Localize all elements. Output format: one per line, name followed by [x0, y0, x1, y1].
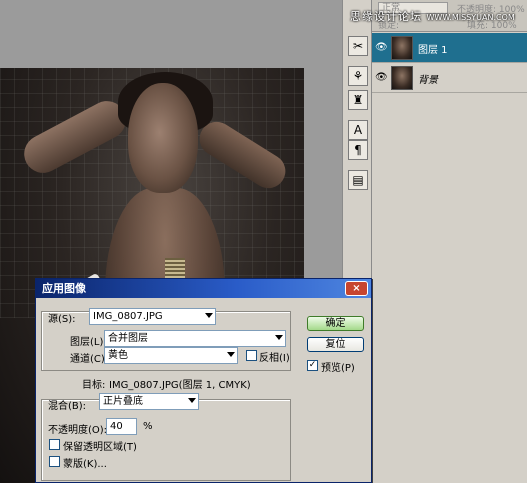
tools-icon[interactable]: ✂	[348, 36, 368, 56]
invert-checkbox[interactable]	[246, 350, 257, 361]
blending-select[interactable]: 正片叠底	[99, 393, 199, 410]
paragraph-icon[interactable]: ¶	[348, 140, 368, 160]
target-value: IMG_0807.JPG(图层 1, CMYK)	[109, 380, 251, 391]
layer-value: 合并图层	[108, 333, 148, 344]
layer-name: 图层 1	[418, 45, 448, 56]
layer-thumbnail	[391, 66, 413, 90]
chevron-down-icon	[275, 335, 283, 340]
mask-checkbox[interactable]	[49, 456, 60, 467]
preview-checkbox[interactable]: ✓	[307, 360, 318, 371]
mask-label[interactable]: 蒙版(K)...	[63, 455, 107, 470]
layer-label: 图层(L):	[70, 337, 107, 348]
source-select[interactable]: IMG_0807.JPG	[89, 308, 216, 325]
invert-label[interactable]: 反相(I)	[259, 349, 290, 364]
ok-button[interactable]: 确定	[307, 316, 364, 331]
watermark-text: 思缘设计论坛	[350, 10, 422, 23]
layer-row-background[interactable]: 👁 背景	[372, 63, 527, 93]
target-label: 目标:	[82, 380, 106, 391]
photo-figure-head	[128, 83, 198, 193]
preserve-transparency-checkbox[interactable]	[49, 439, 60, 450]
opacity-label: 不透明度(O):	[48, 425, 108, 436]
character-icon[interactable]: A	[348, 120, 368, 140]
chevron-down-icon	[205, 313, 213, 318]
dialog-titlebar[interactable]: 应用图像 ×	[36, 279, 371, 298]
source-label: 源(S):	[48, 314, 76, 325]
opacity-unit: %	[143, 421, 153, 432]
layer-row-layer1[interactable]: 👁 图层 1	[372, 33, 527, 63]
watermark-site: WWW.MISSYUAN.COM	[426, 13, 515, 22]
layer-select[interactable]: 合并图层	[104, 330, 286, 347]
layer-thumbnail	[391, 36, 413, 60]
chevron-down-icon	[188, 398, 196, 403]
channel-value: 黄色	[108, 350, 128, 361]
channel-label: 通道(C):	[70, 354, 109, 365]
eye-icon[interactable]: 👁	[375, 42, 388, 54]
layers-panel: 正常 不透明度: 100% 锁定: 填充: 100% 👁 图层 1 👁 背景	[372, 0, 527, 483]
blending-label: 混合(B):	[48, 401, 87, 412]
info-panel-icon[interactable]: ▤	[348, 170, 368, 190]
chevron-down-icon	[227, 352, 235, 357]
reset-button[interactable]: 复位	[307, 337, 364, 352]
opacity-input[interactable]: 40	[106, 418, 137, 435]
watermark: 思缘设计论坛 WWW.MISSYUAN.COM	[350, 8, 515, 24]
close-icon[interactable]: ×	[345, 281, 368, 296]
apply-image-dialog: 应用图像 × 源(S): IMG_0807.JPG 图层(L): 合并图层 通道…	[35, 278, 372, 483]
preserve-transparency-label[interactable]: 保留透明区域(T)	[63, 438, 137, 453]
dialog-title: 应用图像	[42, 282, 86, 295]
blending-value: 正片叠底	[103, 396, 143, 407]
stamp-icon[interactable]: ♜	[348, 90, 368, 110]
eye-icon[interactable]: 👁	[375, 72, 388, 84]
layer-name: 背景	[418, 75, 438, 86]
channel-select[interactable]: 黄色	[104, 347, 238, 364]
preview-label[interactable]: 预览(P)	[321, 359, 355, 374]
source-value: IMG_0807.JPG	[93, 311, 163, 322]
channel-mixer-icon[interactable]: ⚘	[348, 66, 368, 86]
